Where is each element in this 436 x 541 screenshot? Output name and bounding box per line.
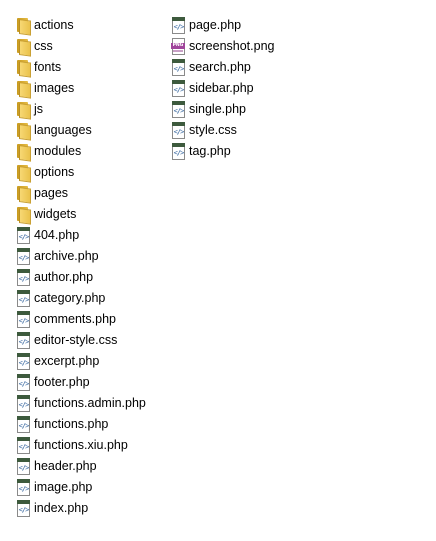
item-label: options — [34, 164, 75, 179]
php-file-icon: </> — [16, 268, 30, 286]
file-item-archive-php[interactable]: </> archive.php — [16, 245, 146, 266]
php-file-icon: </> — [16, 457, 30, 475]
item-label: modules — [34, 143, 82, 158]
php-file-icon: </> — [171, 79, 185, 97]
file-item-author-php[interactable]: </> author.php — [16, 266, 146, 287]
item-label: author.php — [34, 269, 94, 284]
php-file-icon: </> — [171, 100, 185, 118]
php-file-icon: </> — [171, 142, 185, 160]
item-label: sidebar.php — [189, 80, 254, 95]
item-label: excerpt.php — [34, 353, 100, 368]
item-label: header.php — [34, 458, 97, 473]
png-file-icon: PNG — [171, 37, 185, 55]
php-file-icon: </> — [16, 310, 30, 328]
item-label: css — [34, 38, 53, 53]
php-file-icon: </> — [16, 478, 30, 496]
folder-item-fonts[interactable]: fonts — [16, 56, 146, 78]
folder-icon — [16, 59, 31, 78]
file-list-view: actions css fonts images js languages modules o… — [0, 0, 436, 541]
item-label: comments.php — [34, 311, 116, 326]
folder-icon — [16, 80, 31, 99]
folder-item-js[interactable]: js — [16, 98, 146, 120]
file-item-single-php[interactable]: </> single.php — [171, 98, 274, 119]
php-file-icon: </> — [16, 352, 30, 370]
item-label: footer.php — [34, 374, 90, 389]
file-column-left: actions css fonts images js languages modules o… — [16, 14, 146, 518]
folder-icon — [16, 17, 31, 36]
folder-item-modules[interactable]: modules — [16, 140, 146, 162]
php-file-icon: </> — [171, 16, 185, 34]
css-file-icon: </> — [171, 121, 185, 139]
php-file-icon: </> — [16, 373, 30, 391]
php-file-icon: </> — [16, 499, 30, 517]
item-label: images — [34, 80, 75, 95]
folder-icon — [16, 101, 31, 120]
folder-item-actions[interactable]: actions — [16, 14, 146, 36]
folder-item-css[interactable]: css — [16, 35, 146, 57]
file-column-right: </> page.php PNG screenshot.png </> search.ph… — [171, 14, 274, 161]
file-item-functions-admin-php[interactable]: </> functions.admin.php — [16, 392, 146, 413]
item-label: widgets — [34, 206, 77, 221]
item-label: image.php — [34, 479, 93, 494]
item-label: languages — [34, 122, 92, 137]
folder-icon — [16, 122, 31, 141]
folder-icon — [16, 164, 31, 183]
item-label: page.php — [189, 17, 242, 32]
file-item-header-php[interactable]: </> header.php — [16, 455, 146, 476]
folder-icon — [16, 143, 31, 162]
file-item-style-css[interactable]: </> style.css — [171, 119, 274, 140]
item-label: screenshot.png — [189, 38, 275, 53]
file-item-page-php[interactable]: </> page.php — [171, 14, 274, 35]
file-item-comments-php[interactable]: </> comments.php — [16, 308, 146, 329]
folder-item-options[interactable]: options — [16, 161, 146, 183]
item-label: archive.php — [34, 248, 99, 263]
file-item-404-php[interactable]: </> 404.php — [16, 224, 146, 245]
file-item-image-php[interactable]: </> image.php — [16, 476, 146, 497]
php-file-icon: </> — [16, 247, 30, 265]
folder-icon — [16, 185, 31, 204]
php-file-icon: </> — [16, 415, 30, 433]
item-label: functions.admin.php — [34, 395, 146, 410]
item-label: editor-style.css — [34, 332, 118, 347]
file-item-search-php[interactable]: </> search.php — [171, 56, 274, 77]
file-item-screenshot-png[interactable]: PNG screenshot.png — [171, 35, 274, 56]
item-label: index.php — [34, 500, 89, 515]
item-label: fonts — [34, 59, 62, 74]
php-file-icon: </> — [16, 436, 30, 454]
css-file-icon: </> — [16, 331, 30, 349]
item-label: category.php — [34, 290, 106, 305]
file-item-editor-style-css[interactable]: </> editor-style.css — [16, 329, 146, 350]
file-item-category-php[interactable]: </> category.php — [16, 287, 146, 308]
folder-item-widgets[interactable]: widgets — [16, 203, 146, 225]
file-item-functions-xiu-php[interactable]: </> functions.xiu.php — [16, 434, 146, 455]
item-label: actions — [34, 17, 74, 32]
item-label: style.css — [189, 122, 237, 137]
file-item-functions-php[interactable]: </> functions.php — [16, 413, 146, 434]
item-label: single.php — [189, 101, 246, 116]
php-file-icon: </> — [16, 394, 30, 412]
item-label: 404.php — [34, 227, 80, 242]
folder-item-images[interactable]: images — [16, 77, 146, 99]
item-label: tag.php — [189, 143, 231, 158]
file-item-sidebar-php[interactable]: </> sidebar.php — [171, 77, 274, 98]
folder-icon — [16, 38, 31, 57]
item-label: functions.xiu.php — [34, 437, 128, 452]
php-file-icon: </> — [16, 289, 30, 307]
php-file-icon: </> — [16, 226, 30, 244]
item-label: functions.php — [34, 416, 109, 431]
folder-item-languages[interactable]: languages — [16, 119, 146, 141]
file-item-excerpt-php[interactable]: </> excerpt.php — [16, 350, 146, 371]
file-item-index-php[interactable]: </> index.php — [16, 497, 146, 518]
php-file-icon: </> — [171, 58, 185, 76]
folder-item-pages[interactable]: pages — [16, 182, 146, 204]
file-item-tag-php[interactable]: </> tag.php — [171, 140, 274, 161]
file-item-footer-php[interactable]: </> footer.php — [16, 371, 146, 392]
item-label: search.php — [189, 59, 251, 74]
item-label: js — [34, 101, 44, 116]
folder-icon — [16, 206, 31, 225]
item-label: pages — [34, 185, 69, 200]
